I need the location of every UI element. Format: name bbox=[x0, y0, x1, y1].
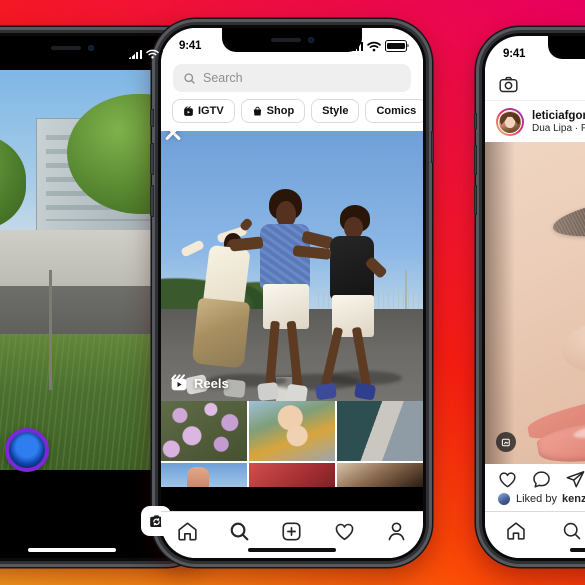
eyebrow-region bbox=[550, 184, 585, 245]
search-input[interactable]: Search bbox=[173, 64, 411, 92]
grid-tile[interactable] bbox=[336, 462, 423, 487]
battery-icon bbox=[385, 40, 409, 52]
heart-icon[interactable] bbox=[497, 469, 518, 490]
camo-pants bbox=[191, 297, 251, 369]
search-placeholder: Search bbox=[203, 71, 243, 85]
post-meta: leticiafgomes Dua Lipa · Phy bbox=[532, 110, 585, 134]
liker-avatar bbox=[497, 492, 511, 506]
status-time-right: 9:41 bbox=[503, 48, 526, 60]
carousel-icon bbox=[501, 438, 510, 446]
carousel-badge bbox=[496, 432, 516, 452]
post-likes-row: Liked by kenzo bbox=[485, 492, 585, 506]
post-username[interactable]: leticiafgomes bbox=[532, 110, 585, 122]
wifi-icon bbox=[367, 41, 381, 51]
home-indicator-left[interactable] bbox=[28, 548, 116, 552]
igtv-icon bbox=[184, 105, 193, 116]
chip-label: IGTV bbox=[198, 105, 224, 117]
chip-label: Shop bbox=[266, 105, 295, 117]
torso-shirt bbox=[330, 235, 375, 301]
shop-bag-icon bbox=[253, 106, 261, 115]
volume-up-center-phone[interactable] bbox=[150, 143, 154, 175]
grid-tile[interactable] bbox=[248, 462, 336, 487]
reels-badge-label: Reels bbox=[194, 375, 229, 391]
volume-down-right-phone[interactable] bbox=[474, 185, 477, 215]
phone-center-explore: 9:41 Search IGTV Shop Style Comics Reels bbox=[150, 19, 434, 567]
avatar-image bbox=[497, 109, 523, 135]
shoe-left bbox=[257, 382, 280, 401]
plus-square-icon[interactable] bbox=[280, 520, 303, 543]
nose-region bbox=[562, 319, 585, 378]
search-icon[interactable] bbox=[228, 520, 251, 543]
arm-upper bbox=[180, 239, 205, 258]
search-icon bbox=[184, 72, 195, 84]
chip-label: Style bbox=[322, 105, 349, 117]
shoe-right bbox=[285, 383, 309, 401]
dancer-right bbox=[292, 205, 392, 401]
bezel: 9:41 bbox=[158, 25, 426, 561]
post-author-row[interactable]: leticiafgomes Dua Lipa · Phy bbox=[485, 102, 585, 142]
comment-icon[interactable] bbox=[531, 469, 552, 490]
search-icon[interactable] bbox=[561, 520, 583, 542]
likes-username[interactable]: kenzo bbox=[562, 493, 585, 505]
hero-reel-tile[interactable]: Reels bbox=[161, 129, 423, 401]
post-audio-label[interactable]: Dua Lipa · Phy bbox=[532, 123, 585, 134]
front-camera-icon bbox=[87, 44, 94, 51]
person-icon[interactable] bbox=[385, 520, 408, 543]
reels-badge: Reels bbox=[170, 374, 229, 392]
power-button-center-phone[interactable] bbox=[430, 131, 434, 163]
screen-center: 9:41 Search IGTV Shop Style Comics Reels bbox=[161, 28, 423, 558]
home-icon[interactable] bbox=[505, 520, 527, 542]
home-icon[interactable] bbox=[176, 520, 199, 543]
reels-clapper-icon bbox=[171, 374, 187, 391]
explore-content: Reels bbox=[161, 129, 423, 511]
feed-header-right bbox=[485, 68, 585, 101]
home-indicator-right[interactable] bbox=[570, 548, 585, 552]
likes-prefix: Liked by bbox=[516, 493, 557, 505]
volume-down-center-phone[interactable] bbox=[150, 185, 154, 217]
chip-style[interactable]: Style bbox=[311, 99, 360, 123]
earpiece-speaker bbox=[50, 45, 81, 50]
volume-up-right-phone[interactable] bbox=[474, 145, 477, 175]
home-indicator-center[interactable] bbox=[248, 548, 336, 552]
post-media-image[interactable] bbox=[485, 142, 585, 464]
notch-right bbox=[548, 36, 585, 59]
mute-switch-right-phone[interactable] bbox=[474, 113, 477, 129]
paper-plane-icon[interactable] bbox=[565, 469, 585, 490]
face-shadow-edge bbox=[485, 142, 522, 464]
status-time-center: 9:41 bbox=[179, 40, 202, 52]
phone-right-feed-post: 9:41 leticiafgo Dua Lipa · P Liked by ke… bbox=[474, 27, 585, 567]
camera-icon[interactable] bbox=[498, 74, 519, 95]
chip-shop[interactable]: Shop bbox=[240, 99, 306, 123]
leg-right bbox=[286, 320, 303, 388]
mute-switch-center-phone[interactable] bbox=[150, 109, 154, 127]
grid-tile[interactable] bbox=[161, 462, 248, 487]
avatar[interactable] bbox=[496, 108, 524, 136]
effect-blue-orb-button[interactable] bbox=[5, 428, 49, 472]
grid-tile[interactable] bbox=[336, 401, 423, 461]
explore-grid bbox=[161, 401, 423, 487]
notch-left bbox=[6, 36, 138, 59]
category-chip-row[interactable]: IGTV Shop Style Comics bbox=[161, 99, 423, 131]
screen-right: 9:41 leticiafgo Dua Lipa · P Liked by ke… bbox=[485, 36, 585, 558]
earpiece-speaker bbox=[270, 38, 301, 42]
leg-left bbox=[265, 320, 281, 388]
grid-tile[interactable] bbox=[161, 401, 248, 461]
chip-comics[interactable]: Comics bbox=[365, 99, 423, 123]
wifi-icon bbox=[146, 49, 159, 59]
arm-left bbox=[229, 236, 264, 253]
grid-tile[interactable] bbox=[248, 401, 336, 461]
chip-igtv[interactable]: IGTV bbox=[172, 99, 235, 123]
bezel: 9:41 bbox=[482, 33, 585, 561]
post-action-bar bbox=[485, 464, 585, 494]
sign-post bbox=[48, 270, 52, 390]
heart-icon[interactable] bbox=[333, 520, 356, 543]
notch-center bbox=[222, 28, 362, 52]
marketing-composition: 9:41 leticiafgo Dua Lipa · P Liked by ke… bbox=[0, 0, 585, 585]
front-camera-icon bbox=[307, 37, 314, 43]
chip-label: Comics bbox=[376, 105, 417, 117]
